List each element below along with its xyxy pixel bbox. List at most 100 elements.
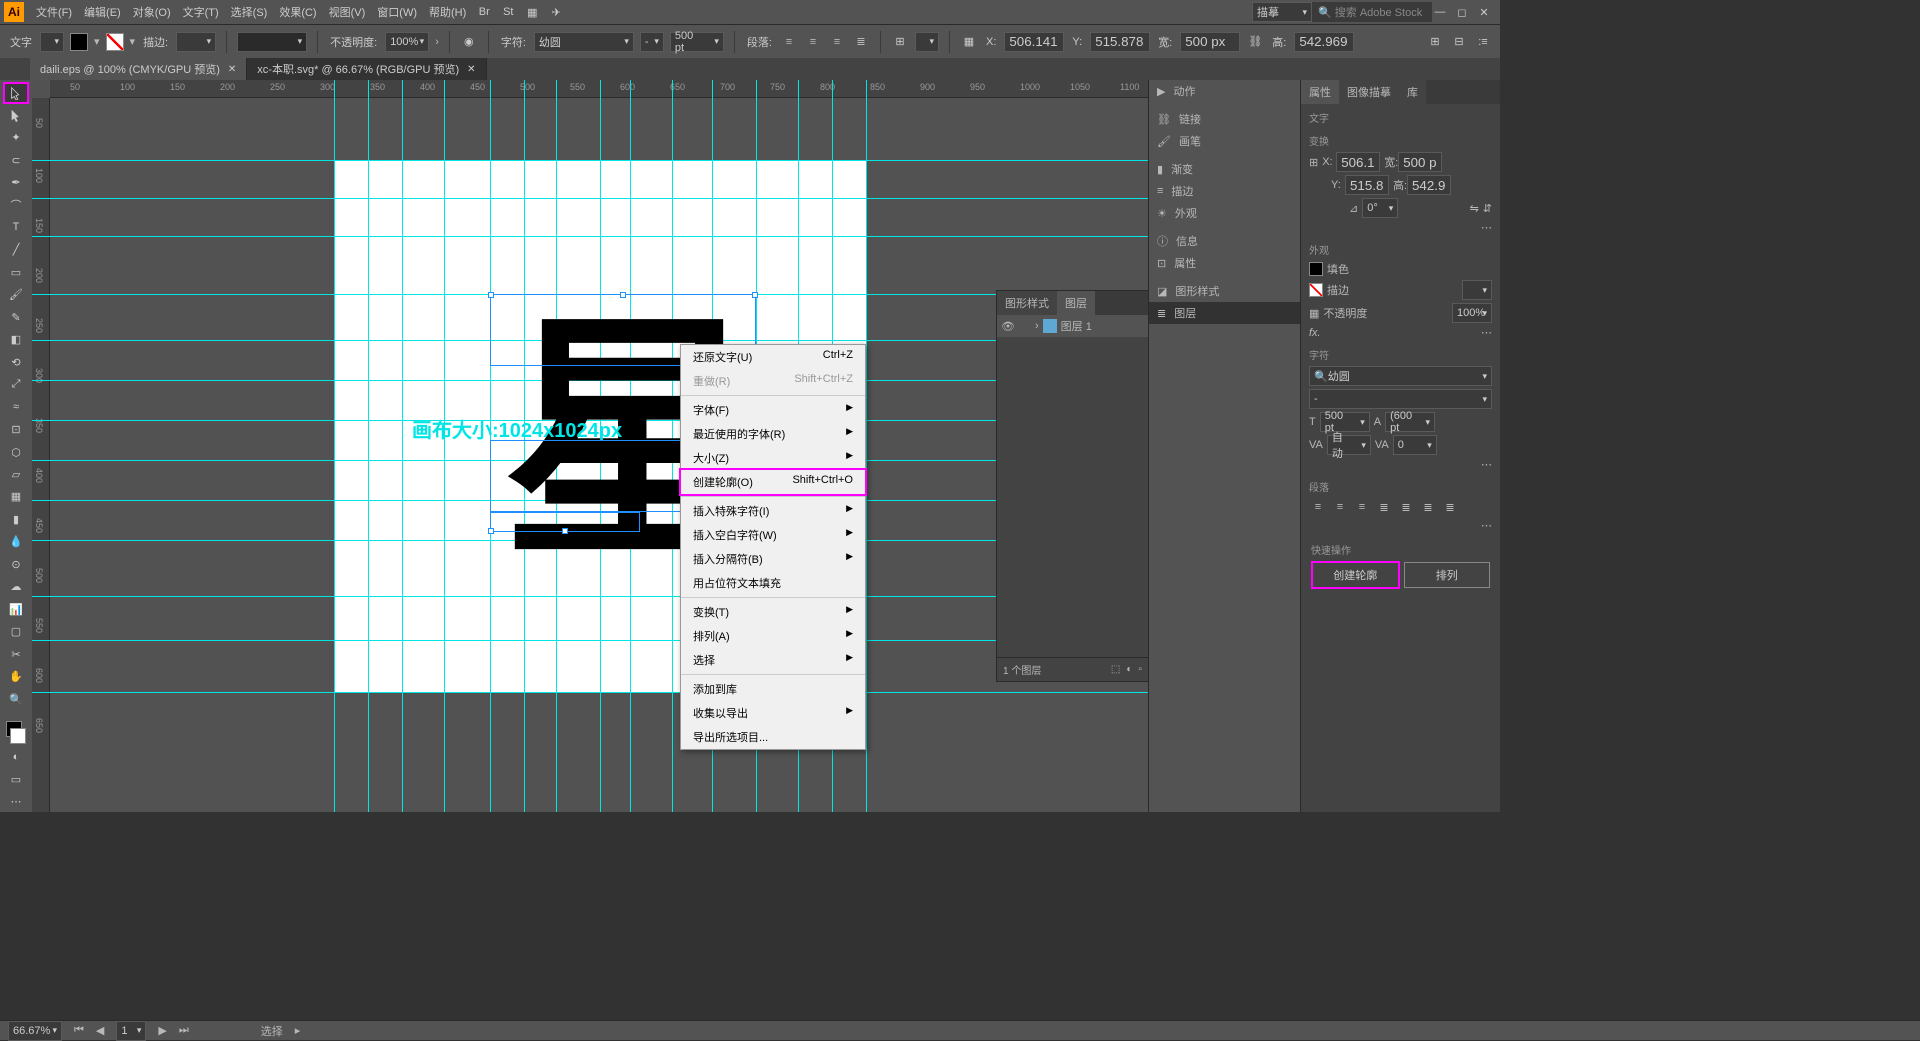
para-justify-r[interactable]: ≣	[1419, 498, 1437, 516]
more-options-icon[interactable]: ⋯	[1481, 459, 1492, 471]
prop-angle[interactable]: 0°	[1362, 198, 1398, 218]
prop-font[interactable]: 🔍 幼圆	[1309, 366, 1492, 386]
h-input[interactable]	[1294, 32, 1354, 52]
window-minimize[interactable]: —	[1432, 6, 1448, 18]
prop-tracking[interactable]: 自动	[1327, 435, 1371, 455]
search-adobe-stock[interactable]: 🔍 搜索 Adobe Stock	[1312, 2, 1432, 22]
tab-layers[interactable]: 图层	[1057, 291, 1095, 315]
font-style[interactable]: -	[640, 32, 664, 52]
bridge-icon[interactable]: Br	[476, 4, 492, 20]
panel-links[interactable]: ⛓链接	[1149, 108, 1300, 130]
align-left-icon[interactable]: ≡	[780, 33, 798, 51]
tab-graphic-styles[interactable]: 图形样式	[997, 291, 1057, 315]
pref-icon[interactable]: ⊟	[1450, 33, 1468, 51]
menu-type[interactable]: 文字(T)	[177, 4, 225, 20]
opacity-arrow[interactable]: ›	[435, 36, 439, 48]
ruler-horizontal[interactable]: 5010015020025030035040045050055060065070…	[50, 80, 1148, 98]
wand-tool[interactable]: ✦	[3, 127, 29, 148]
nav-prev-icon[interactable]: ◀	[96, 1024, 104, 1037]
setup-icon[interactable]: ⊞	[1426, 33, 1444, 51]
scale-tool[interactable]: ⤢	[3, 374, 29, 395]
hand-tool[interactable]: ✋	[3, 666, 29, 687]
close-icon[interactable]: ✕	[228, 64, 236, 75]
fill-swatch[interactable]	[70, 33, 88, 51]
ruler-vertical[interactable]: 50100150200250300350400450500550600650	[32, 98, 50, 812]
stock-icon[interactable]: St	[500, 4, 516, 20]
color-mode[interactable]: ◐	[3, 746, 29, 767]
align-dd[interactable]	[915, 32, 939, 52]
menu-help[interactable]: 帮助(H)	[423, 4, 472, 20]
stroke-weight[interactable]	[176, 32, 216, 52]
ctx-item[interactable]: 用占位符文本填充	[681, 571, 865, 595]
more-options-icon[interactable]: ⋯	[1481, 520, 1492, 532]
window-maximize[interactable]: ◻	[1454, 6, 1470, 18]
graph-tool[interactable]: 📊	[3, 598, 29, 619]
menu-edit[interactable]: 编辑(E)	[78, 4, 127, 20]
blend-tool[interactable]: ⊙	[3, 554, 29, 575]
layer-name[interactable]: 图层 1	[1061, 318, 1092, 334]
ctx-item[interactable]: 插入特殊字符(I)▶	[681, 499, 865, 523]
ctx-item[interactable]: 变换(T)▶	[681, 600, 865, 624]
more-icon[interactable]: :≡	[1474, 33, 1492, 51]
free-transform-tool[interactable]: ⊡	[3, 419, 29, 440]
prop-x[interactable]	[1336, 152, 1380, 172]
window-close[interactable]: ✕	[1476, 6, 1492, 18]
fill-swatch[interactable]	[1309, 262, 1323, 276]
arrange-icon[interactable]: ▦	[524, 4, 540, 20]
prop-h[interactable]	[1407, 175, 1451, 195]
tab-image-trace[interactable]: 图像描摹	[1339, 80, 1399, 104]
panel-actions[interactable]: ▶动作	[1149, 80, 1300, 102]
selection-tool[interactable]	[3, 82, 29, 104]
type-tool[interactable]: T	[3, 217, 29, 238]
close-icon[interactable]: ✕	[467, 64, 475, 75]
rect-tool[interactable]: ▭	[3, 262, 29, 283]
nav-first-icon[interactable]: ⏮	[74, 1024, 84, 1037]
menu-select[interactable]: 选择(S)	[225, 4, 274, 20]
create-outlines-button[interactable]: 创建轮廓	[1311, 561, 1400, 589]
fill-dd[interactable]: ▾	[94, 35, 100, 48]
slice-tool[interactable]: ✂	[3, 643, 29, 664]
ctx-item[interactable]: 添加到库	[681, 677, 865, 701]
ctx-item[interactable]: 大小(Z)▶	[681, 446, 865, 470]
more-options-icon[interactable]: ⋯	[1481, 222, 1492, 234]
rotate-tool[interactable]: ⟲	[3, 351, 29, 372]
panel-graphic-styles[interactable]: ◪图形样式	[1149, 280, 1300, 302]
ctx-item[interactable]: 字体(F)▶	[681, 398, 865, 422]
perspective-tool[interactable]: ▱	[3, 464, 29, 485]
para-justify-l[interactable]: ≣	[1375, 498, 1393, 516]
width-tool[interactable]: ≈	[3, 396, 29, 417]
workspace-switcher[interactable]: 描摹	[1252, 2, 1312, 22]
para-align-right[interactable]: ≡	[1353, 498, 1371, 516]
stroke-dd[interactable]: ▾	[130, 35, 136, 48]
y-input[interactable]	[1090, 32, 1150, 52]
font-size[interactable]: 500 pt	[670, 32, 724, 52]
shape-builder-tool[interactable]: ⬡	[3, 441, 29, 462]
flip-h-icon[interactable]: ⇋	[1470, 202, 1479, 215]
menu-file[interactable]: 文件(F)	[30, 4, 78, 20]
status-arrow[interactable]: ▸	[295, 1024, 301, 1037]
prop-opacity[interactable]: 100%	[1452, 303, 1492, 323]
para-align-left[interactable]: ≡	[1309, 498, 1327, 516]
pen-tool[interactable]: ✒	[3, 172, 29, 193]
clip-icon[interactable]: ◐	[1126, 664, 1132, 675]
align-panel-icon[interactable]: ⊞	[891, 33, 909, 51]
tab-libraries[interactable]: 库	[1399, 80, 1426, 104]
prop-leading[interactable]: (600 pt	[1385, 412, 1435, 432]
ctx-item[interactable]: 导出所选项目...	[681, 725, 865, 749]
transform-icon[interactable]: ▦	[960, 33, 978, 51]
more-options-icon[interactable]: ⋯	[1481, 326, 1492, 339]
fill-stroke-swatch[interactable]	[3, 720, 29, 745]
gradient-tool[interactable]: ▮	[3, 509, 29, 530]
expand-icon[interactable]: ›	[1035, 320, 1039, 332]
panel-brushes[interactable]: 🖌画笔	[1149, 130, 1300, 152]
x-input[interactable]	[1004, 32, 1064, 52]
prop-kerning[interactable]: 0	[1393, 435, 1437, 455]
symbol-tool[interactable]: ☁	[3, 576, 29, 597]
prop-font-style[interactable]: -	[1309, 389, 1492, 409]
ctx-item[interactable]: 插入空白字符(W)▶	[681, 523, 865, 547]
artboard-tool[interactable]: ▢	[3, 621, 29, 642]
align-right-icon[interactable]: ≡	[828, 33, 846, 51]
zoom-tool[interactable]: 🔍	[3, 688, 29, 709]
brush-dd[interactable]	[237, 32, 307, 52]
eyedropper-tool[interactable]: 💧	[3, 531, 29, 552]
